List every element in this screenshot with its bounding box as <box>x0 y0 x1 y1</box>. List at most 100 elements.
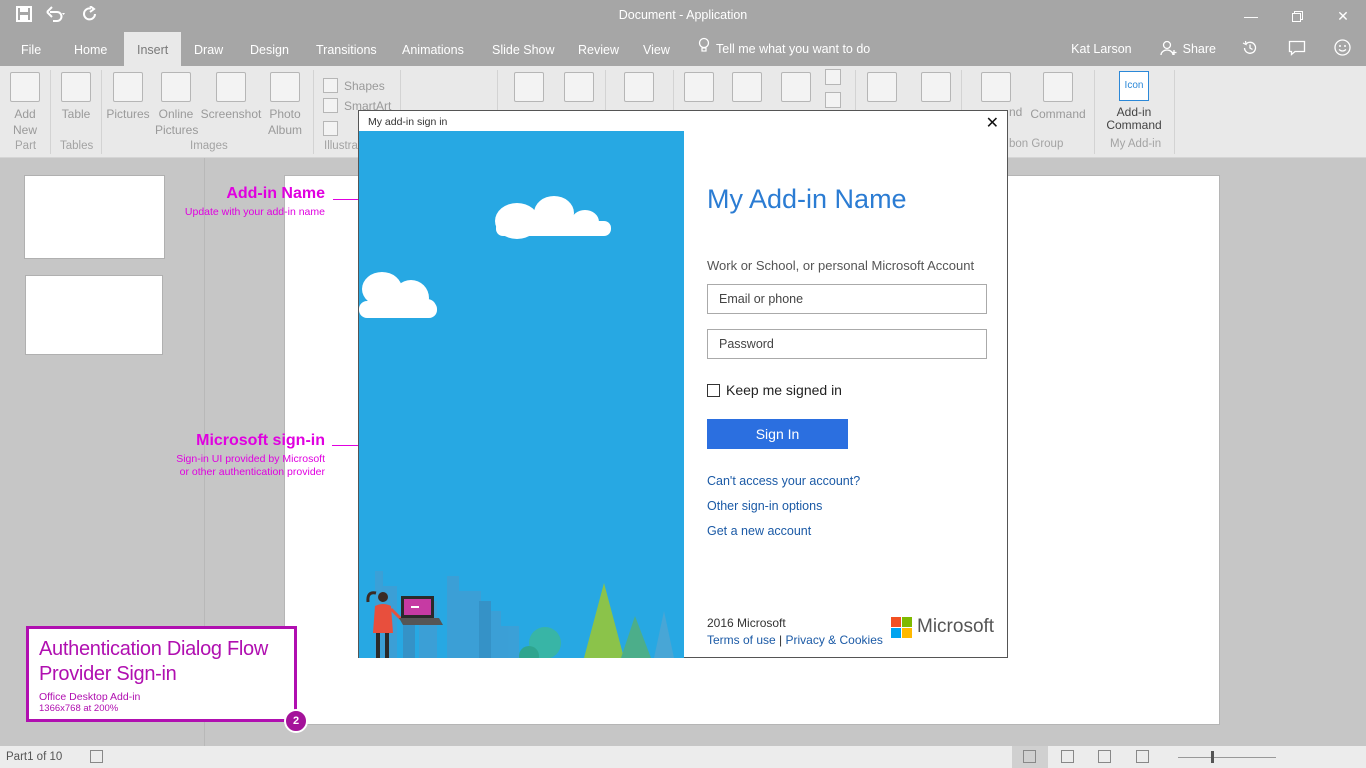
keep-signed-in-checkbox[interactable]: Keep me signed in <box>707 382 842 398</box>
microsoft-logo: Microsoft <box>891 616 994 638</box>
annotation-addin-name-title: Add-in Name <box>226 185 325 202</box>
zoom-slider-track[interactable] <box>1178 757 1276 758</box>
generic-icon <box>684 72 714 102</box>
group-separator <box>1094 70 1095 154</box>
get-new-account-link[interactable]: Get a new account <box>707 524 811 538</box>
tell-me-label: Tell me what you want to do <box>716 41 871 56</box>
annotation-ms-signin-sub2: or other authentication provider <box>179 466 325 478</box>
ribbon-button-hidden-7[interactable] <box>866 72 898 106</box>
add-new-icon <box>10 72 40 102</box>
online-pictures-icon <box>161 72 191 102</box>
pictures-button[interactable]: Pictures <box>106 72 150 122</box>
generic-icon <box>921 72 951 102</box>
addin-command-button[interactable]: Icon Add-in Command <box>1100 71 1168 132</box>
group-separator <box>101 70 102 154</box>
smiley-icon[interactable] <box>1334 39 1351 59</box>
table-button[interactable]: Table <box>60 72 92 122</box>
tab-review[interactable]: Review <box>578 32 619 66</box>
online-pictures-button[interactable]: Online Pictures <box>155 72 198 138</box>
outline-view-icon[interactable] <box>1061 750 1074 763</box>
other-signin-options-link[interactable]: Other sign-in options <box>707 499 822 513</box>
tab-file[interactable]: File <box>21 32 41 66</box>
signin-dialog: My add-in sign in ✕ My Add-in Name Work … <box>358 110 1008 658</box>
tab-transitions[interactable]: Transitions <box>316 32 377 66</box>
ribbon-button-hidden-6[interactable] <box>780 72 812 106</box>
lightbulb-icon <box>698 31 710 68</box>
generic-icon <box>867 72 897 102</box>
ribbon-button-hidden-9[interactable] <box>980 72 1012 106</box>
checkbox-box[interactable] <box>707 383 720 397</box>
terms-link[interactable]: Terms of use <box>707 633 776 647</box>
tab-home[interactable]: Home <box>74 32 107 66</box>
normal-view-icon[interactable] <box>1023 750 1036 763</box>
photo-album-button[interactable]: Photo Album <box>263 72 307 138</box>
generic-icon <box>514 72 544 102</box>
tab-view[interactable]: View <box>643 32 670 66</box>
proofing-icon[interactable] <box>90 750 103 763</box>
chart-button[interactable] <box>323 121 338 136</box>
tab-slide-show[interactable]: Slide Show <box>492 32 555 66</box>
illustration-panel <box>359 131 684 658</box>
table-label: Table <box>61 107 91 121</box>
tab-draw[interactable]: Draw <box>194 32 223 66</box>
chart-icon <box>323 121 338 136</box>
tab-insert[interactable]: Insert <box>124 32 182 66</box>
screenshot-label: Screenshot <box>200 107 262 121</box>
ribbon-button-hidden-4[interactable] <box>683 72 715 106</box>
ribbon-button-hidden-8[interactable] <box>920 72 952 106</box>
tab-design[interactable]: Design <box>250 32 289 66</box>
generic-icon <box>981 72 1011 102</box>
tab-animations[interactable]: Animations <box>402 32 464 66</box>
keep-signed-in-label: Keep me signed in <box>726 382 842 398</box>
sign-in-button[interactable]: Sign In <box>707 419 848 449</box>
add-new-label-2: New <box>12 123 37 137</box>
share-icon <box>1159 40 1178 59</box>
window-title: Document - Application <box>618 8 748 22</box>
comments-icon[interactable] <box>1288 40 1306 59</box>
history-icon[interactable] <box>1242 40 1258 59</box>
group-separator <box>313 70 314 154</box>
share-button[interactable]: Share <box>1183 42 1216 56</box>
slide-thumbnail-2[interactable] <box>25 275 163 355</box>
add-new-button[interactable]: Add New <box>9 72 41 138</box>
password-field[interactable]: Password <box>707 329 987 359</box>
command-label: Command <box>1030 107 1086 121</box>
ribbon-button-hidden-5[interactable] <box>731 72 763 106</box>
dialog-close-icon[interactable]: ✕ <box>986 113 999 133</box>
account-type-label: Work or School, or personal Microsoft Ac… <box>707 258 975 273</box>
shapes-icon <box>323 78 338 93</box>
shapes-button[interactable]: Shapes <box>323 78 385 93</box>
reading-view-icon[interactable] <box>1136 750 1149 763</box>
slide-sorter-icon[interactable] <box>1098 750 1111 763</box>
shapes-label: Shapes <box>344 78 385 93</box>
ribbon-button-hidden-3[interactable] <box>623 72 655 106</box>
photo-album-label-1: Photo <box>269 107 301 121</box>
cant-access-link[interactable]: Can't access your account? <box>707 474 860 488</box>
info-subtitle: Office Desktop Add-in <box>39 691 141 703</box>
group-label-illustrations: Illustra <box>324 140 358 152</box>
user-name[interactable]: Kat Larson <box>1071 42 1131 56</box>
command-button[interactable]: Command <box>1030 72 1086 122</box>
ribbon-button-hidden-1[interactable] <box>513 72 545 106</box>
info-resolution: 1366x768 at 200% <box>39 703 119 714</box>
zoom-slider-thumb[interactable] <box>1211 751 1214 763</box>
tell-me-search[interactable]: Tell me what you want to do <box>698 32 870 66</box>
close-window-icon[interactable]: ✕ <box>1320 0 1366 32</box>
microsoft-logo-icon <box>891 616 912 638</box>
screenshot-button[interactable]: Screenshot <box>200 72 262 122</box>
smartart-icon <box>323 98 338 113</box>
ribbon-button-hidden-2[interactable] <box>563 72 595 106</box>
generic-icon <box>732 72 762 102</box>
small-button-2[interactable] <box>825 92 841 108</box>
photo-album-label-2: Album <box>267 123 302 137</box>
group-label-images: Images <box>190 140 228 152</box>
minimize-icon[interactable]: — <box>1228 0 1274 32</box>
email-field[interactable]: Email or phone <box>707 284 987 314</box>
ribbon-tabs: File Home Insert Draw Design Transitions… <box>0 32 1366 66</box>
status-bar: Part1 of 10 <box>0 746 1366 768</box>
slide-thumbnail-1[interactable] <box>24 175 165 259</box>
restore-icon[interactable] <box>1274 0 1320 32</box>
privacy-link[interactable]: Privacy & Cookies <box>786 633 883 647</box>
pictures-icon <box>113 72 143 102</box>
small-button-1[interactable] <box>825 69 841 85</box>
